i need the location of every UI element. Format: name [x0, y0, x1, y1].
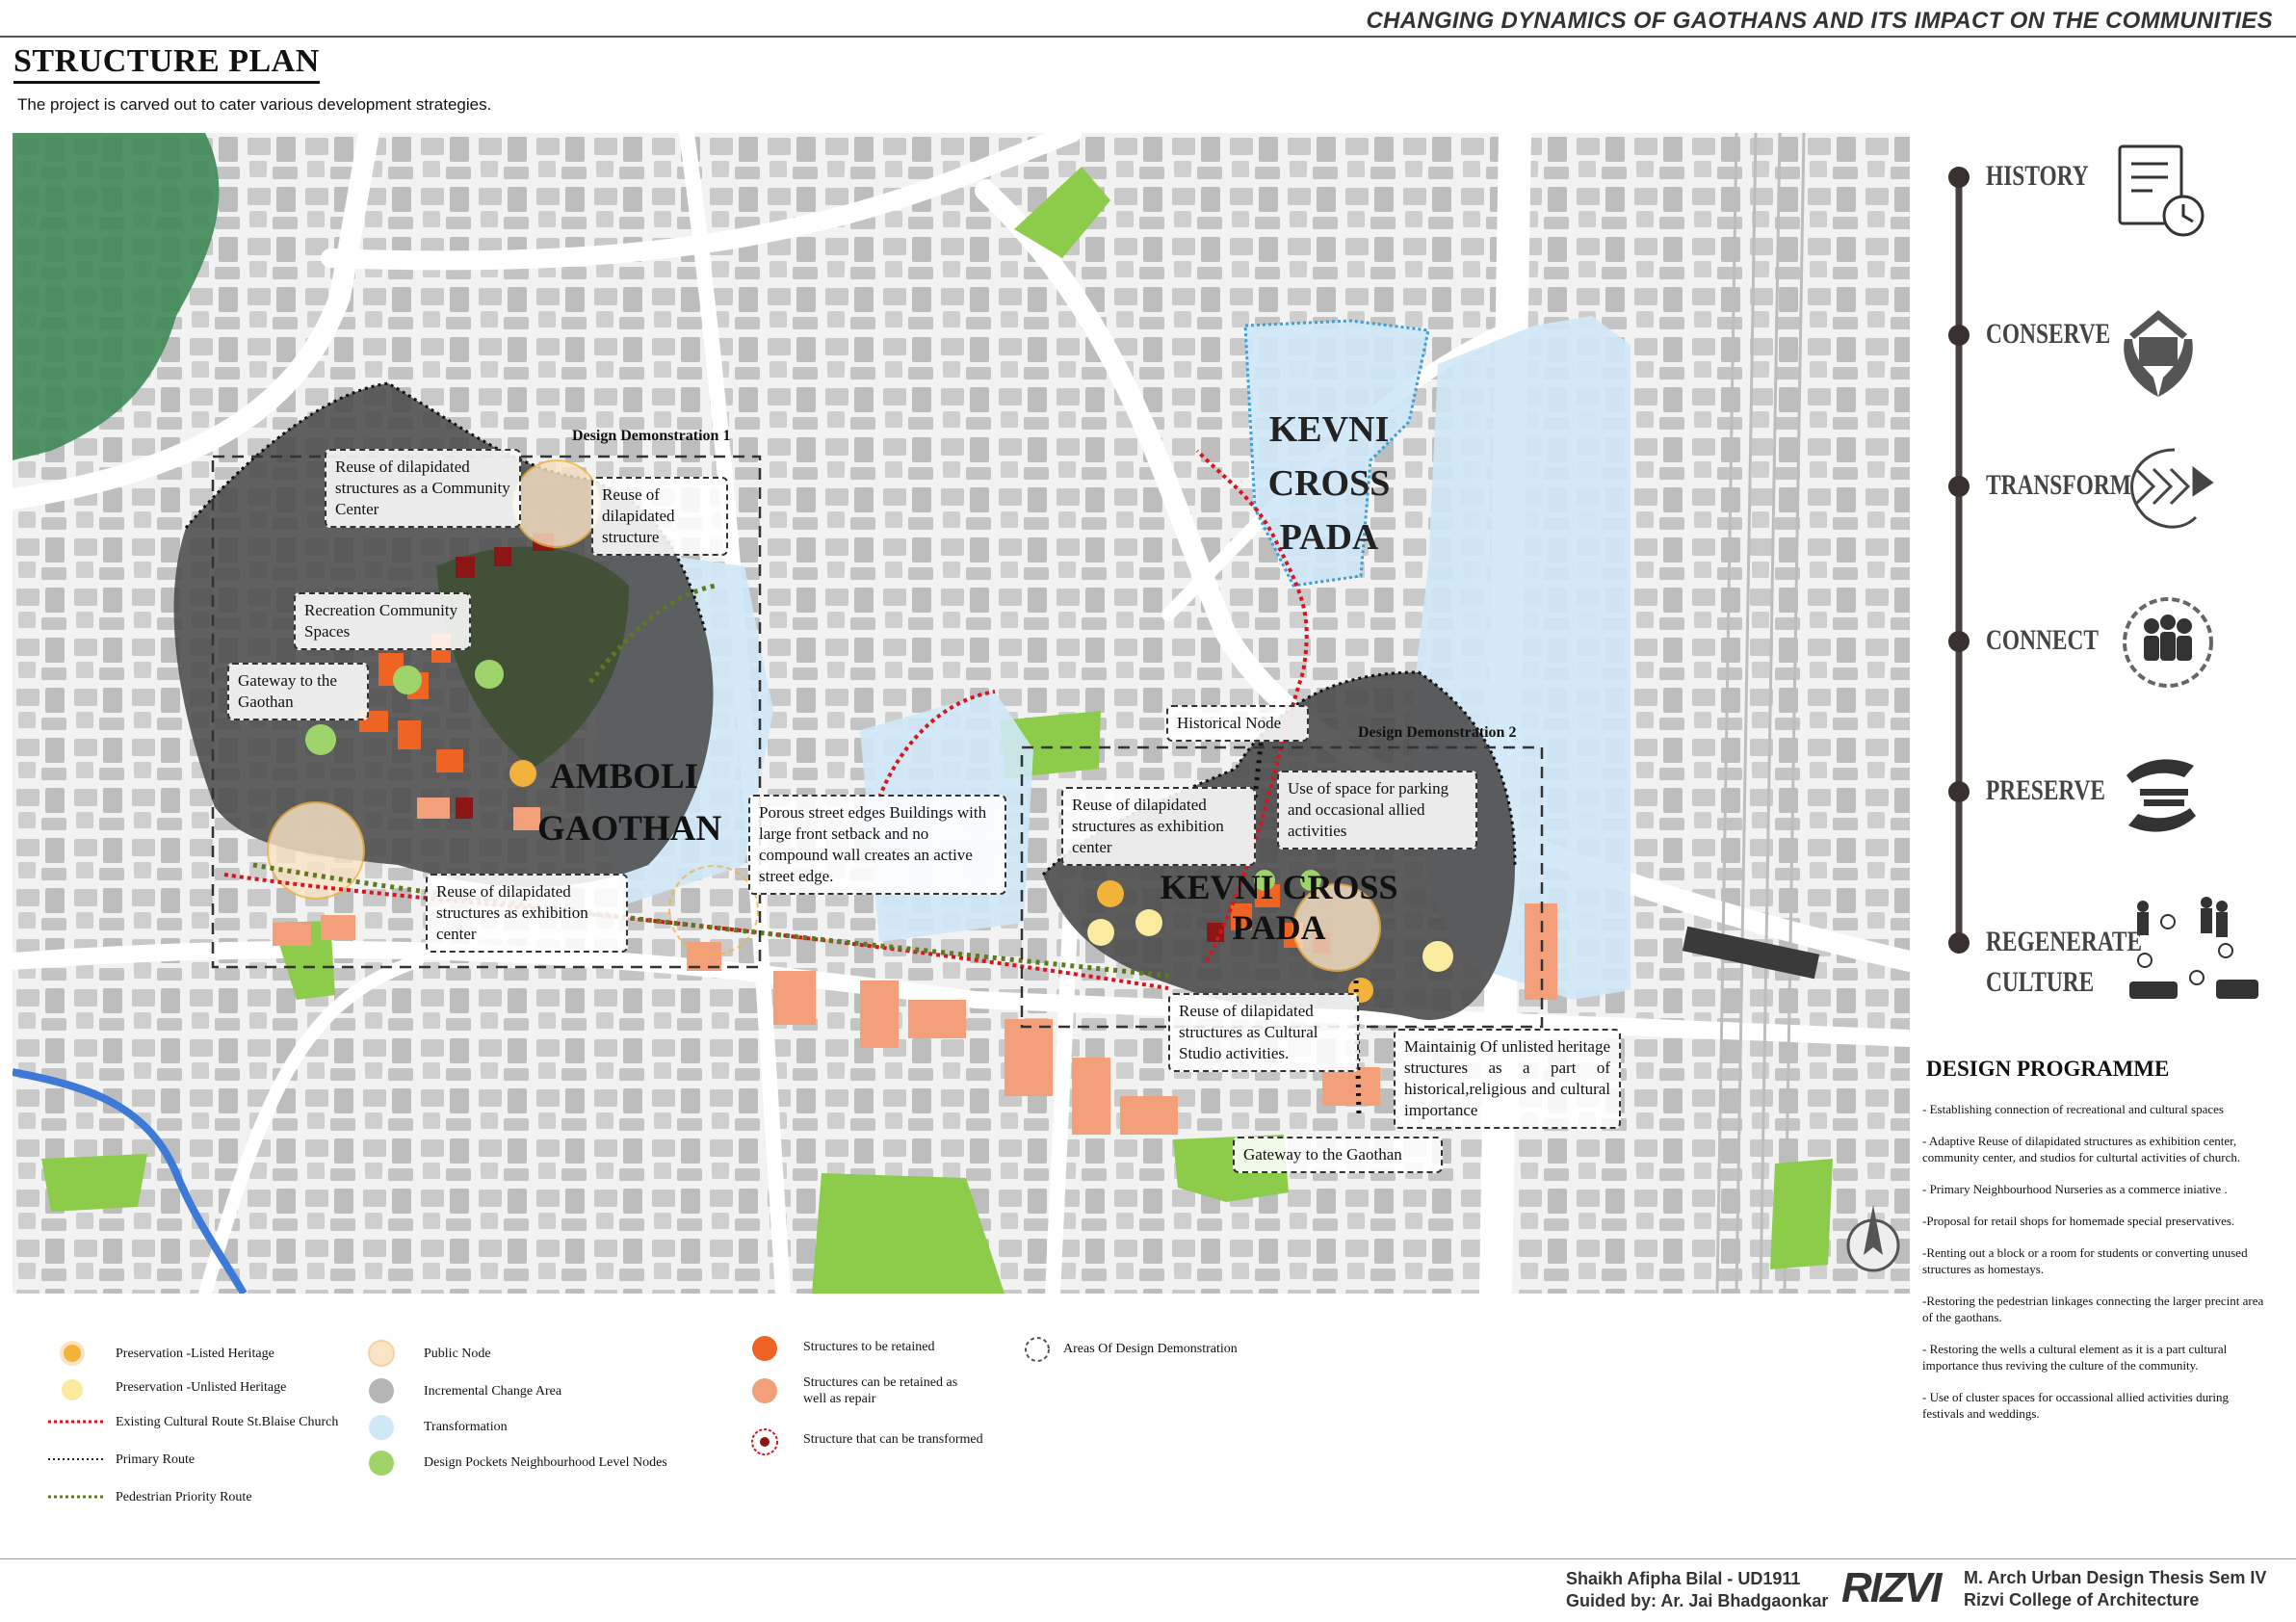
- hands-house-icon: [2124, 310, 2193, 397]
- legend-cultural-route: Existing Cultural Route St.Blaise Church: [116, 1415, 339, 1429]
- page-subtitle: The project is carved out to cater vario…: [17, 95, 492, 114]
- design-programme-item: - Use of cluster spaces for occassional …: [1922, 1390, 2230, 1421]
- programme-step-connect: CONNECT: [1986, 624, 2100, 656]
- design-demo-1-label: Design Demonstration 1: [572, 428, 731, 444]
- kevni-top-line2: CROSS PADA: [1267, 463, 1391, 558]
- document-clock-icon: [2118, 144, 2205, 237]
- footer-author: Shaikh Afipha Bilal - UD1911: [1566, 1569, 1801, 1588]
- callout-reuse-cultural-studio: Reuse of dilapidated structures as Cultu…: [1168, 993, 1359, 1072]
- legend-transformation: Transformation: [424, 1420, 508, 1434]
- legend-transformed: Structure that can be transformed: [803, 1432, 983, 1447]
- kevni-top-line1: KEVNI: [1268, 409, 1390, 450]
- legend-incremental-icon: [369, 1378, 394, 1403]
- amboli-gaothan-label: AMBOLI GAOTHAN: [537, 751, 722, 855]
- callout-gateway-bottom: Gateway to the Gaothan: [1233, 1137, 1443, 1173]
- people-circle-icon: [2123, 597, 2213, 688]
- legend-retained: Structures to be retained: [803, 1340, 935, 1354]
- callout-reuse-community-center: Reuse of dilapidated structures as a Com…: [325, 449, 521, 528]
- legend-transformation-icon: [369, 1415, 394, 1440]
- design-programme-item: - Restoring the wells a cultural element…: [1922, 1342, 2228, 1373]
- design-programme-item: -Renting out a block or a room for stude…: [1922, 1245, 2248, 1276]
- legend-primary-route: Primary Route: [116, 1452, 196, 1467]
- callout-gateway-left: Gateway to the Gaothan: [227, 663, 369, 720]
- kevni-cross-pada-bottom-label: KEVNI CROSS PADA: [1160, 868, 1398, 947]
- design-programme-title: DESIGN PROGRAMME: [1926, 1057, 2170, 1081]
- legend-listed-heritage: Preservation -Listed Heritage: [116, 1347, 274, 1361]
- design-programme-item: -Restoring the pedestrian linkages conne…: [1922, 1294, 2264, 1324]
- footer-college: Rizvi College of Architecture: [1964, 1590, 2200, 1609]
- callout-reuse-exhibition-right: Reuse of dilapidated structures as exhib…: [1061, 787, 1256, 866]
- callout-reuse-dilapidated: Reuse of dilapidated structure: [591, 477, 728, 556]
- amboli-gaothan-line2: GAOTHAN: [537, 809, 722, 849]
- chevrons-circle-icon: [2130, 448, 2214, 529]
- header-title: CHANGING DYNAMICS OF GAOTHANS AND ITS IM…: [1366, 8, 2273, 34]
- hands-layers-icon: [2126, 759, 2196, 832]
- footer-course: M. Arch Urban Design Thesis Sem IV: [1964, 1568, 2267, 1587]
- design-programme-item: -Proposal for retail shops for homemade …: [1922, 1214, 2235, 1228]
- callout-maintaining-heritage: Maintainig Of unlisted heritage structur…: [1394, 1029, 1621, 1129]
- legend-design-demo-icon: [1025, 1337, 1050, 1362]
- legend-public-node-icon: [368, 1340, 395, 1367]
- design-programme-item: - Primary Neighbourhood Nurseries as a c…: [1922, 1182, 2228, 1196]
- design-programme-item: - Adaptive Reuse of dilapidated structur…: [1922, 1134, 2241, 1164]
- design-demo-2-label: Design Demonstration 2: [1358, 724, 1517, 741]
- legend-pedestrian-route: Pedestrian Priority Route: [116, 1490, 252, 1504]
- amboli-gaothan-line1: AMBOLI: [549, 757, 699, 797]
- legend-design-pockets-icon: [369, 1451, 394, 1476]
- callout-historical-node: Historical Node: [1166, 705, 1309, 742]
- page-title: STRUCTURE PLAN: [13, 42, 320, 84]
- legend-unlisted-heritage-icon: [62, 1379, 83, 1400]
- community-cycle-icon: [2129, 897, 2258, 999]
- legend-incremental: Incremental Change Area: [424, 1384, 562, 1399]
- callout-reuse-exhibition-left: Reuse of dilapidated structures as exhib…: [426, 874, 628, 953]
- legend-retained-icon: [752, 1336, 777, 1361]
- legend-repair: Structures can be retained as well as re…: [803, 1375, 958, 1406]
- programme-step-conserve: CONSERVE: [1986, 318, 2111, 350]
- callout-recreation: Recreation Community Spaces: [294, 592, 471, 650]
- footer-rule: [0, 1558, 2296, 1559]
- rizvi-logo: RIZVI: [1841, 1564, 1942, 1611]
- programme-timeline: [1948, 144, 2258, 999]
- legend-listed-heritage-icon: [60, 1341, 85, 1366]
- legend-unlisted-heritage: Preservation -Unlisted Heritage: [116, 1380, 287, 1395]
- programme-step-history: HISTORY: [1986, 160, 2089, 192]
- legend-public-node: Public Node: [424, 1347, 491, 1361]
- callout-porous-edges: Porous street edges Buildings with large…: [748, 795, 1006, 895]
- design-programme-list: - Establishing connection of recreationa…: [1922, 1101, 2267, 1437]
- legend-repair-icon: [752, 1378, 777, 1403]
- header-rule: [0, 36, 2296, 38]
- kevni-cross-pada-top-label: KEVNI CROSS PADA: [1233, 403, 1425, 564]
- legend-design-pockets: Design Pockets Neighbourhood Level Nodes: [424, 1455, 667, 1470]
- programme-step-regenerate: REGENERATE: [1986, 926, 2143, 957]
- programme-step-transform: TRANSFORM: [1986, 469, 2131, 501]
- footer-guide: Guided by: Ar. Jai Bhadgaonkar: [1566, 1591, 1829, 1610]
- callout-parking-use: Use of space for parking and occasional …: [1277, 771, 1477, 850]
- programme-step-preserve: PRESERVE: [1986, 774, 2106, 806]
- programme-step-culture: CULTURE: [1986, 966, 2095, 998]
- design-programme-item: - Establishing connection of recreationa…: [1922, 1102, 2224, 1116]
- legend-design-demo-areas: Areas Of Design Demonstration: [1063, 1342, 1238, 1356]
